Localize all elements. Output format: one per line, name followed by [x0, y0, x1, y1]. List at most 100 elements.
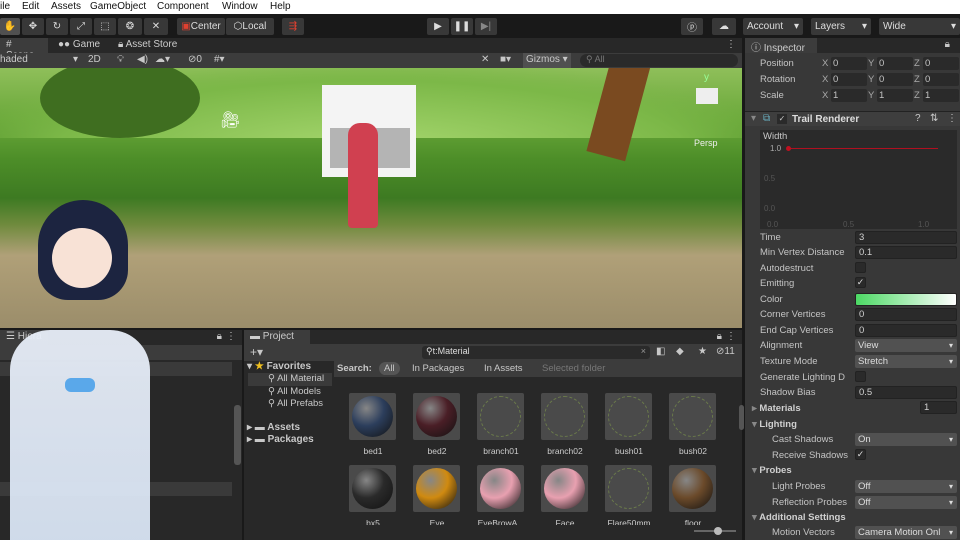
foldout-arrow-icon[interactable]: ▾: [751, 113, 756, 124]
transform-x-field[interactable]: X0: [822, 57, 868, 71]
probes-foldout[interactable]: ▾ Probes: [752, 465, 792, 476]
lightprobes-dropdown[interactable]: Off: [855, 480, 957, 493]
rect-tool-icon[interactable]: ⬚: [94, 18, 116, 35]
filter-type-icon[interactable]: ◧: [656, 346, 665, 357]
move-tool-icon[interactable]: ✥: [22, 18, 44, 35]
play-button[interactable]: ▶: [427, 18, 449, 35]
transform-y-field[interactable]: Y0: [868, 57, 914, 71]
asset-thumbnail[interactable]: [413, 393, 460, 440]
asset-thumbnail[interactable]: [413, 465, 460, 512]
hierarchy-scrollbar[interactable]: [234, 405, 241, 465]
asset-thumbnail[interactable]: [541, 393, 588, 440]
tools-icon[interactable]: ✕: [481, 54, 489, 65]
lock-icon[interactable]: 🔒︎: [217, 331, 222, 342]
asset-thumbnail[interactable]: [605, 465, 652, 512]
menu-help[interactable]: Help: [270, 1, 291, 12]
camera-gizmo-icon[interactable]: 🎥︎: [220, 110, 240, 130]
emitting-checkbox[interactable]: ✓: [855, 277, 866, 288]
folder-assets[interactable]: ▸ ▬ Assets: [247, 422, 300, 433]
transform-tool-icon[interactable]: ❂: [118, 18, 142, 35]
hidden-objects-toggle[interactable]: ⊘0: [188, 54, 202, 65]
scene-search-input[interactable]: ⚲ All: [580, 54, 738, 67]
texture-dropdown[interactable]: Stretch: [855, 355, 957, 368]
tab-project[interactable]: ▬ Project: [244, 330, 310, 345]
presets-icon[interactable]: ⇅: [930, 113, 938, 124]
min_vertex-field[interactable]: 0.1: [855, 246, 957, 259]
scope-in-assets[interactable]: In Assets: [484, 363, 523, 374]
hidden-packages-toggle[interactable]: ⊘11: [716, 346, 735, 357]
asset-thumbnail[interactable]: [669, 465, 716, 512]
endcap-field[interactable]: 0: [855, 324, 957, 337]
2d-toggle[interactable]: 2D: [88, 54, 101, 65]
pause-button[interactable]: ❚❚: [451, 18, 473, 35]
menu-edit[interactable]: Edit: [22, 1, 39, 12]
more-menu-icon[interactable]: ⋮: [720, 38, 742, 53]
color-gradient-field[interactable]: [855, 293, 957, 306]
transform-y-field[interactable]: Y0: [868, 73, 914, 87]
asset-thumbnail[interactable]: [349, 393, 396, 440]
account-dropdown[interactable]: Account ▾: [743, 18, 803, 35]
gizmos-dropdown[interactable]: Gizmos ▾: [523, 53, 571, 68]
help-icon[interactable]: ?: [915, 113, 921, 124]
scope-selected-folder[interactable]: Selected folder: [542, 363, 605, 374]
tab-inspector[interactable]: ⓘ Inspector: [745, 38, 817, 54]
asset-thumbnail[interactable]: [605, 393, 652, 440]
step-button[interactable]: ▶|: [475, 18, 497, 35]
cast-dropdown[interactable]: On: [855, 433, 957, 446]
shadowbias-field[interactable]: 0.5: [855, 386, 957, 399]
more-menu-icon[interactable]: ⋮: [726, 331, 736, 342]
tab-game[interactable]: ●● Game: [52, 38, 106, 53]
reflprobes-dropdown[interactable]: Off: [855, 496, 957, 509]
materials-foldout[interactable]: ▸ Materials: [752, 403, 801, 414]
orientation-gizmo[interactable]: y Persp: [688, 72, 728, 148]
asset-thumbnail[interactable]: [541, 465, 588, 512]
favorite-star-icon[interactable]: ★: [698, 346, 707, 357]
component-enabled-checkbox[interactable]: ✓: [777, 114, 787, 124]
pivot-local-button[interactable]: ⬡ Local: [226, 18, 274, 35]
width-curve-editor[interactable]: Width 1.0 0.5 0.0 0.0 0.5 1.0: [760, 130, 957, 229]
lock-icon[interactable]: 🔒︎: [717, 331, 722, 342]
alignment-dropdown[interactable]: View: [855, 339, 957, 352]
effects-toggle-icon[interactable]: ☁▾: [155, 54, 170, 65]
character-model[interactable]: [348, 123, 378, 228]
scope-in-packages[interactable]: In Packages: [412, 363, 464, 374]
asset-thumbnail[interactable]: [477, 465, 524, 512]
layers-dropdown[interactable]: Layers ▾: [811, 18, 871, 35]
menu-gameobject[interactable]: GameObject: [90, 1, 146, 12]
time-field[interactable]: 3: [855, 231, 957, 244]
cloud-icon[interactable]: ☁: [712, 18, 736, 35]
project-search-input[interactable]: ⚲t:Material ×: [422, 346, 650, 359]
transform-z-field[interactable]: Z0: [914, 57, 960, 71]
menu-assets[interactable]: Assets: [51, 1, 81, 12]
transform-z-field[interactable]: Z0: [914, 73, 960, 87]
additional-settings-foldout[interactable]: ▾ Additional Settings: [752, 512, 846, 523]
scene-view[interactable]: 🎥︎ y Persp: [0, 68, 742, 328]
favorite-all-prefabs[interactable]: ⚲ All Prefabs: [268, 398, 323, 409]
autodestruct-checkbox[interactable]: [855, 262, 866, 273]
tab-asset-store[interactable]: 🔒︎ Asset Store: [112, 38, 183, 53]
asset-thumbnail[interactable]: [477, 393, 524, 440]
collab-icon[interactable]: ⓟ: [681, 18, 703, 35]
pivot-center-button[interactable]: ▣ Center: [177, 18, 225, 35]
create-button[interactable]: +▾: [250, 345, 263, 359]
genlight-checkbox[interactable]: [855, 371, 866, 382]
shading-mode-dropdown[interactable]: haded ▾: [0, 54, 80, 65]
rotate-tool-icon[interactable]: ↻: [46, 18, 68, 35]
tab-scene[interactable]: # Scene: [0, 38, 48, 61]
lighting-toggle-icon[interactable]: 💡︎: [117, 54, 124, 65]
camera-dropdown-icon[interactable]: ■▾: [500, 54, 511, 65]
clear-search-icon[interactable]: ×: [641, 346, 646, 356]
snap-icon[interactable]: ⇶: [282, 18, 304, 35]
component-menu-icon[interactable]: ⋮: [947, 113, 957, 124]
more-menu-icon[interactable]: ⋮: [226, 331, 236, 342]
folder-packages[interactable]: ▸ ▬ Packages: [247, 434, 314, 445]
slider-handle[interactable]: [714, 527, 722, 535]
thumbnail-size-slider[interactable]: [694, 527, 736, 535]
hand-tool-icon[interactable]: ✋: [0, 18, 20, 35]
favorite-all-materials[interactable]: ⚲ All Material: [248, 373, 332, 386]
menu-window[interactable]: Window: [222, 1, 258, 12]
custom-tool-icon[interactable]: ✕: [144, 18, 168, 35]
materials-size-field[interactable]: 1: [920, 401, 957, 414]
filter-label-icon[interactable]: ◆: [676, 346, 684, 357]
menu-file[interactable]: ile: [0, 1, 10, 12]
